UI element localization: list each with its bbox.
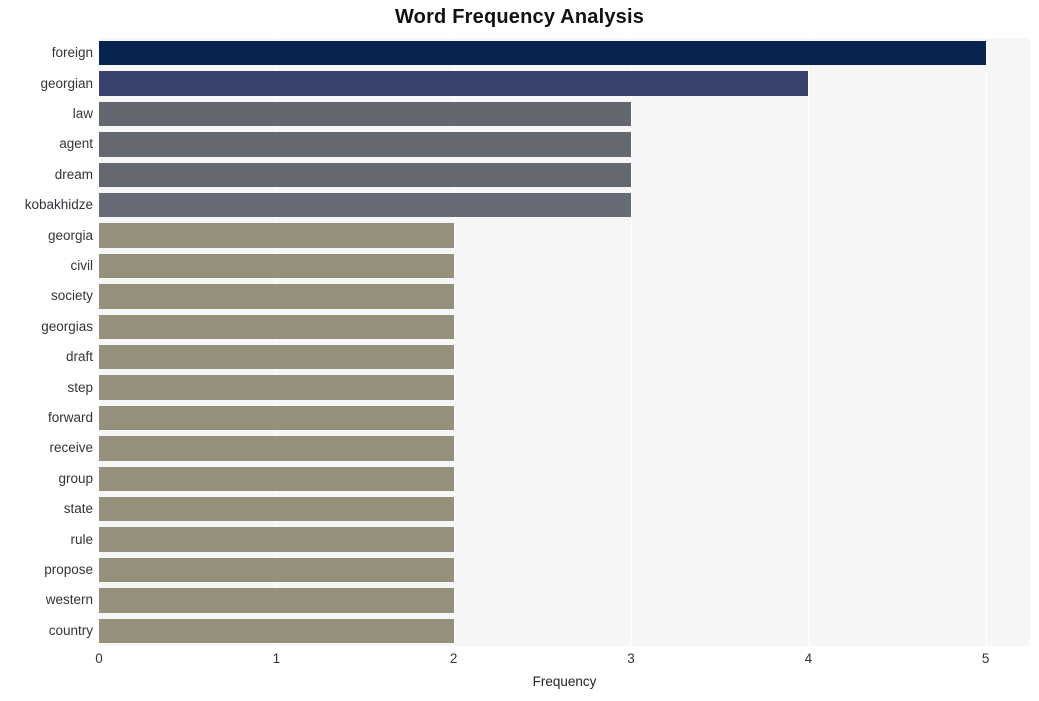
x-axis-tick-2: 2 xyxy=(449,651,458,666)
x-axis-tick-1: 1 xyxy=(272,651,281,666)
bar-civil[interactable] xyxy=(99,253,454,279)
x-axis-title: Frequency xyxy=(532,674,597,689)
bar-rule[interactable] xyxy=(99,527,454,552)
y-axis-label-dream: dream xyxy=(54,166,93,182)
bar-step[interactable] xyxy=(99,375,454,400)
bar-georgias[interactable] xyxy=(99,314,454,339)
bar-row xyxy=(99,314,1030,339)
bar-row xyxy=(99,71,1030,96)
x-axis-ticks: 0 1 2 3 4 5 xyxy=(95,646,1030,670)
y-axis-label-propose: propose xyxy=(44,562,93,577)
bar-row xyxy=(99,345,1030,370)
bar-row xyxy=(99,405,1030,431)
y-axis-label-law: law xyxy=(72,106,93,121)
bar-row xyxy=(99,162,1030,187)
x-axis-tick-5: 5 xyxy=(981,651,990,666)
bar-row xyxy=(99,253,1030,279)
y-axis-label-rule: rule xyxy=(70,531,93,547)
y-axis-label-georgias: georgias xyxy=(41,318,93,334)
bar-forward[interactable] xyxy=(99,405,454,431)
bar-row xyxy=(99,375,1030,400)
y-axis-label-forward: forward xyxy=(47,410,93,425)
bar-society[interactable] xyxy=(99,284,454,309)
y-axis-label-foreign: foreign xyxy=(51,45,93,61)
y-axis-label-society: society xyxy=(50,288,93,304)
y-axis-label-draft: draft xyxy=(65,349,93,365)
y-axis-label-georgian: georgian xyxy=(40,75,93,91)
bars-container xyxy=(99,38,1030,646)
bar-western[interactable] xyxy=(99,588,454,613)
bar-kobakhidze[interactable] xyxy=(99,193,631,218)
y-axis-label-civil: civil xyxy=(70,258,94,273)
bar-row xyxy=(99,466,1030,491)
y-axis-label-agent: agent xyxy=(59,136,93,152)
x-axis-tick-0: 0 xyxy=(95,651,103,666)
bar-georgia[interactable] xyxy=(99,223,454,248)
bar-row xyxy=(99,101,1030,127)
y-axis-label-step: step xyxy=(67,379,93,395)
bar-foreign[interactable] xyxy=(99,41,986,66)
x-axis-tick-3: 3 xyxy=(627,651,635,666)
y-axis-label-receive: receive xyxy=(49,440,93,456)
bar-row xyxy=(99,223,1030,248)
bar-receive[interactable] xyxy=(99,436,454,461)
bar-row xyxy=(99,527,1030,552)
bar-georgian[interactable] xyxy=(99,71,809,96)
bar-row xyxy=(99,284,1030,309)
y-axis-label-state: state xyxy=(63,501,93,517)
bar-row xyxy=(99,193,1030,218)
bar-row xyxy=(99,618,1030,643)
bar-state[interactable] xyxy=(99,497,454,522)
y-axis-labels: foreign georgian law agent dream kobakhidze ge… xyxy=(0,38,93,646)
bar-law[interactable] xyxy=(99,101,631,127)
y-axis-label-kobakhidze: kobakhidze xyxy=(24,197,93,213)
y-axis-label-country: country xyxy=(48,622,93,638)
bar-row xyxy=(99,436,1030,461)
bar-country[interactable] xyxy=(99,618,454,643)
bar-row xyxy=(99,132,1030,157)
word-frequency-chart: Word Frequency Analysis foreign georgian l… xyxy=(0,0,1039,701)
x-axis-tick-4: 4 xyxy=(804,651,813,666)
y-axis-label-georgia: georgia xyxy=(47,227,93,243)
bar-row xyxy=(99,497,1030,522)
bar-row xyxy=(99,41,1030,66)
bar-propose[interactable] xyxy=(99,557,454,583)
page-title: Word Frequency Analysis xyxy=(394,6,645,28)
y-axis-label-western: western xyxy=(45,592,93,608)
bar-draft[interactable] xyxy=(99,345,454,370)
y-axis-label-group: group xyxy=(58,470,93,486)
bar-agent[interactable] xyxy=(99,132,631,157)
bar-row xyxy=(99,557,1030,583)
bar-dream[interactable] xyxy=(99,162,631,187)
bar-row xyxy=(99,588,1030,613)
bar-group[interactable] xyxy=(99,466,454,491)
